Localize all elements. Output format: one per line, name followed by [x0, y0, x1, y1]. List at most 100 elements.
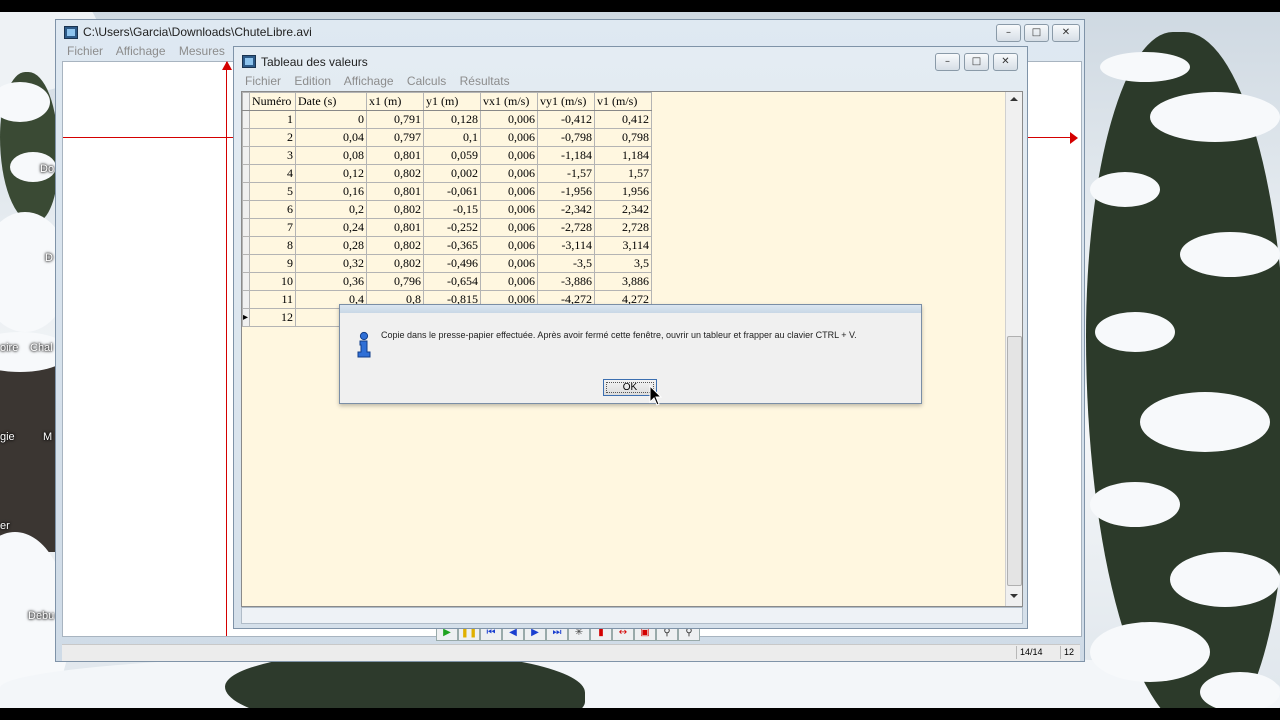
table-cell[interactable]: 1,184 — [594, 146, 652, 165]
table-cell[interactable]: 0,16 — [295, 182, 367, 201]
row-indicator[interactable] — [242, 110, 250, 129]
table-cell[interactable]: 6 — [249, 200, 296, 219]
scroll-down-icon[interactable] — [1010, 594, 1018, 598]
menu-item-fichier[interactable]: Fichier — [67, 44, 103, 58]
table-maximize-button[interactable]: □ — [964, 53, 989, 71]
table-cell[interactable]: -0,798 — [537, 128, 595, 147]
row-indicator[interactable] — [242, 182, 250, 201]
table-cell[interactable]: -1,57 — [537, 164, 595, 183]
table-cell[interactable]: 0,801 — [366, 182, 424, 201]
table-cell[interactable]: -3,886 — [537, 272, 595, 291]
menu-item-affichage[interactable]: Affichage — [116, 44, 166, 58]
table-cell[interactable]: 0,32 — [295, 254, 367, 273]
menu-item-edition[interactable]: Edition — [294, 74, 331, 88]
close-button[interactable]: ✕ — [1052, 24, 1080, 42]
table-cell[interactable]: -0,15 — [423, 200, 481, 219]
row-indicator[interactable] — [242, 272, 250, 291]
table-cell[interactable]: 12 — [249, 308, 296, 327]
table-cell[interactable]: 11 — [249, 290, 296, 309]
table-cell[interactable]: 0,006 — [480, 272, 538, 291]
menu-item-mesures[interactable]: Mesures — [179, 44, 225, 58]
table-cell[interactable]: 3,886 — [594, 272, 652, 291]
table-title-bar[interactable]: Tableau des valeurs – □ ✕ — [234, 47, 1027, 73]
main-title-bar[interactable]: C:\Users\Garcia\Downloads\ChuteLibre.avi… — [56, 20, 1084, 46]
row-indicator[interactable] — [242, 254, 250, 273]
table-cell[interactable]: 2,728 — [594, 218, 652, 237]
table-cell[interactable]: 1,956 — [594, 182, 652, 201]
desktop-icon-label[interactable]: gie — [0, 431, 15, 443]
row-indicator[interactable] — [242, 164, 250, 183]
table-cell[interactable]: 0,12 — [295, 164, 367, 183]
desktop-icon-label[interactable]: Do — [40, 163, 54, 175]
table-cell[interactable]: 0,802 — [366, 200, 424, 219]
table-cell[interactable]: 0,798 — [594, 128, 652, 147]
table-cell[interactable]: 4 — [249, 164, 296, 183]
table-cell[interactable]: 7 — [249, 218, 296, 237]
row-indicator[interactable] — [242, 218, 250, 237]
table-cell[interactable]: -0,654 — [423, 272, 481, 291]
menu-item-calculs[interactable]: Calculs — [407, 74, 446, 88]
scroll-up-icon[interactable] — [1010, 97, 1018, 101]
menu-item-resultats[interactable]: Résultats — [460, 74, 510, 88]
table-cell[interactable]: -3,114 — [537, 236, 595, 255]
table-cell[interactable]: 0 — [295, 110, 367, 129]
current-row-marker-icon[interactable]: ▸ — [242, 308, 250, 327]
table-cell[interactable]: 0,128 — [423, 110, 481, 129]
column-header[interactable]: v1 (m/s) — [594, 92, 652, 111]
table-cell[interactable]: 3 — [249, 146, 296, 165]
table-cell[interactable]: 0,412 — [594, 110, 652, 129]
table-cell[interactable]: -2,728 — [537, 218, 595, 237]
table-cell[interactable]: 0,08 — [295, 146, 367, 165]
table-cell[interactable]: -0,252 — [423, 218, 481, 237]
table-cell[interactable]: -0,412 — [537, 110, 595, 129]
table-cell[interactable]: 0,006 — [480, 200, 538, 219]
table-minimize-button[interactable]: – — [935, 53, 960, 71]
table-cell[interactable]: 0,802 — [366, 164, 424, 183]
desktop-icon-label[interactable]: er — [0, 520, 10, 532]
table-cell[interactable]: 0,796 — [366, 272, 424, 291]
table-cell[interactable]: 0,791 — [366, 110, 424, 129]
scroll-thumb[interactable] — [1007, 336, 1022, 586]
column-header[interactable]: vx1 (m/s) — [480, 92, 538, 111]
table-cell[interactable]: 0,002 — [423, 164, 481, 183]
table-cell[interactable]: 3,114 — [594, 236, 652, 255]
table-cell[interactable]: 0,28 — [295, 236, 367, 255]
row-indicator[interactable] — [242, 236, 250, 255]
table-cell[interactable]: -2,342 — [537, 200, 595, 219]
column-header[interactable]: Numéro — [249, 92, 296, 111]
table-cell[interactable]: 0,006 — [480, 236, 538, 255]
table-cell[interactable]: 3,5 — [594, 254, 652, 273]
menu-item-affichage[interactable]: Affichage — [344, 74, 394, 88]
vertical-scrollbar[interactable] — [1005, 92, 1022, 606]
table-cell[interactable]: 0,006 — [480, 254, 538, 273]
table-cell[interactable]: 0,006 — [480, 110, 538, 129]
table-cell[interactable]: 0,1 — [423, 128, 481, 147]
table-cell[interactable]: 0,04 — [295, 128, 367, 147]
table-cell[interactable]: 0,24 — [295, 218, 367, 237]
table-cell[interactable]: 0,801 — [366, 146, 424, 165]
table-row[interactable]: 9 0,32 0,802 -0,496 0,006 -3,5 3,5 — [242, 254, 652, 273]
dialog-title-bar[interactable] — [340, 305, 921, 313]
table-row[interactable]: 1 0 0,791 0,128 0,006 -0,412 0,412 — [242, 110, 652, 129]
table-cell[interactable]: 2 — [249, 128, 296, 147]
maximize-button[interactable]: □ — [1024, 24, 1049, 42]
table-cell[interactable]: -1,184 — [537, 146, 595, 165]
table-cell[interactable]: 2,342 — [594, 200, 652, 219]
table-cell[interactable]: 0,059 — [423, 146, 481, 165]
table-cell[interactable]: -0,061 — [423, 182, 481, 201]
table-cell[interactable]: -0,365 — [423, 236, 481, 255]
table-cell[interactable]: 1 — [249, 110, 296, 129]
desktop-icon-label[interactable]: Debu — [28, 610, 54, 622]
row-indicator[interactable] — [242, 128, 250, 147]
table-row[interactable]: 4 0,12 0,802 0,002 0,006 -1,57 1,57 — [242, 164, 652, 183]
table-cell[interactable]: 0,802 — [366, 236, 424, 255]
table-cell[interactable]: 0,802 — [366, 254, 424, 273]
row-indicator[interactable] — [242, 146, 250, 165]
table-cell[interactable]: 0,006 — [480, 146, 538, 165]
table-cell[interactable]: 0,006 — [480, 128, 538, 147]
table-cell[interactable]: 0,36 — [295, 272, 367, 291]
table-cell[interactable]: -0,496 — [423, 254, 481, 273]
table-cell[interactable]: 9 — [249, 254, 296, 273]
table-cell[interactable]: 8 — [249, 236, 296, 255]
menu-item-fichier[interactable]: Fichier — [245, 74, 281, 88]
